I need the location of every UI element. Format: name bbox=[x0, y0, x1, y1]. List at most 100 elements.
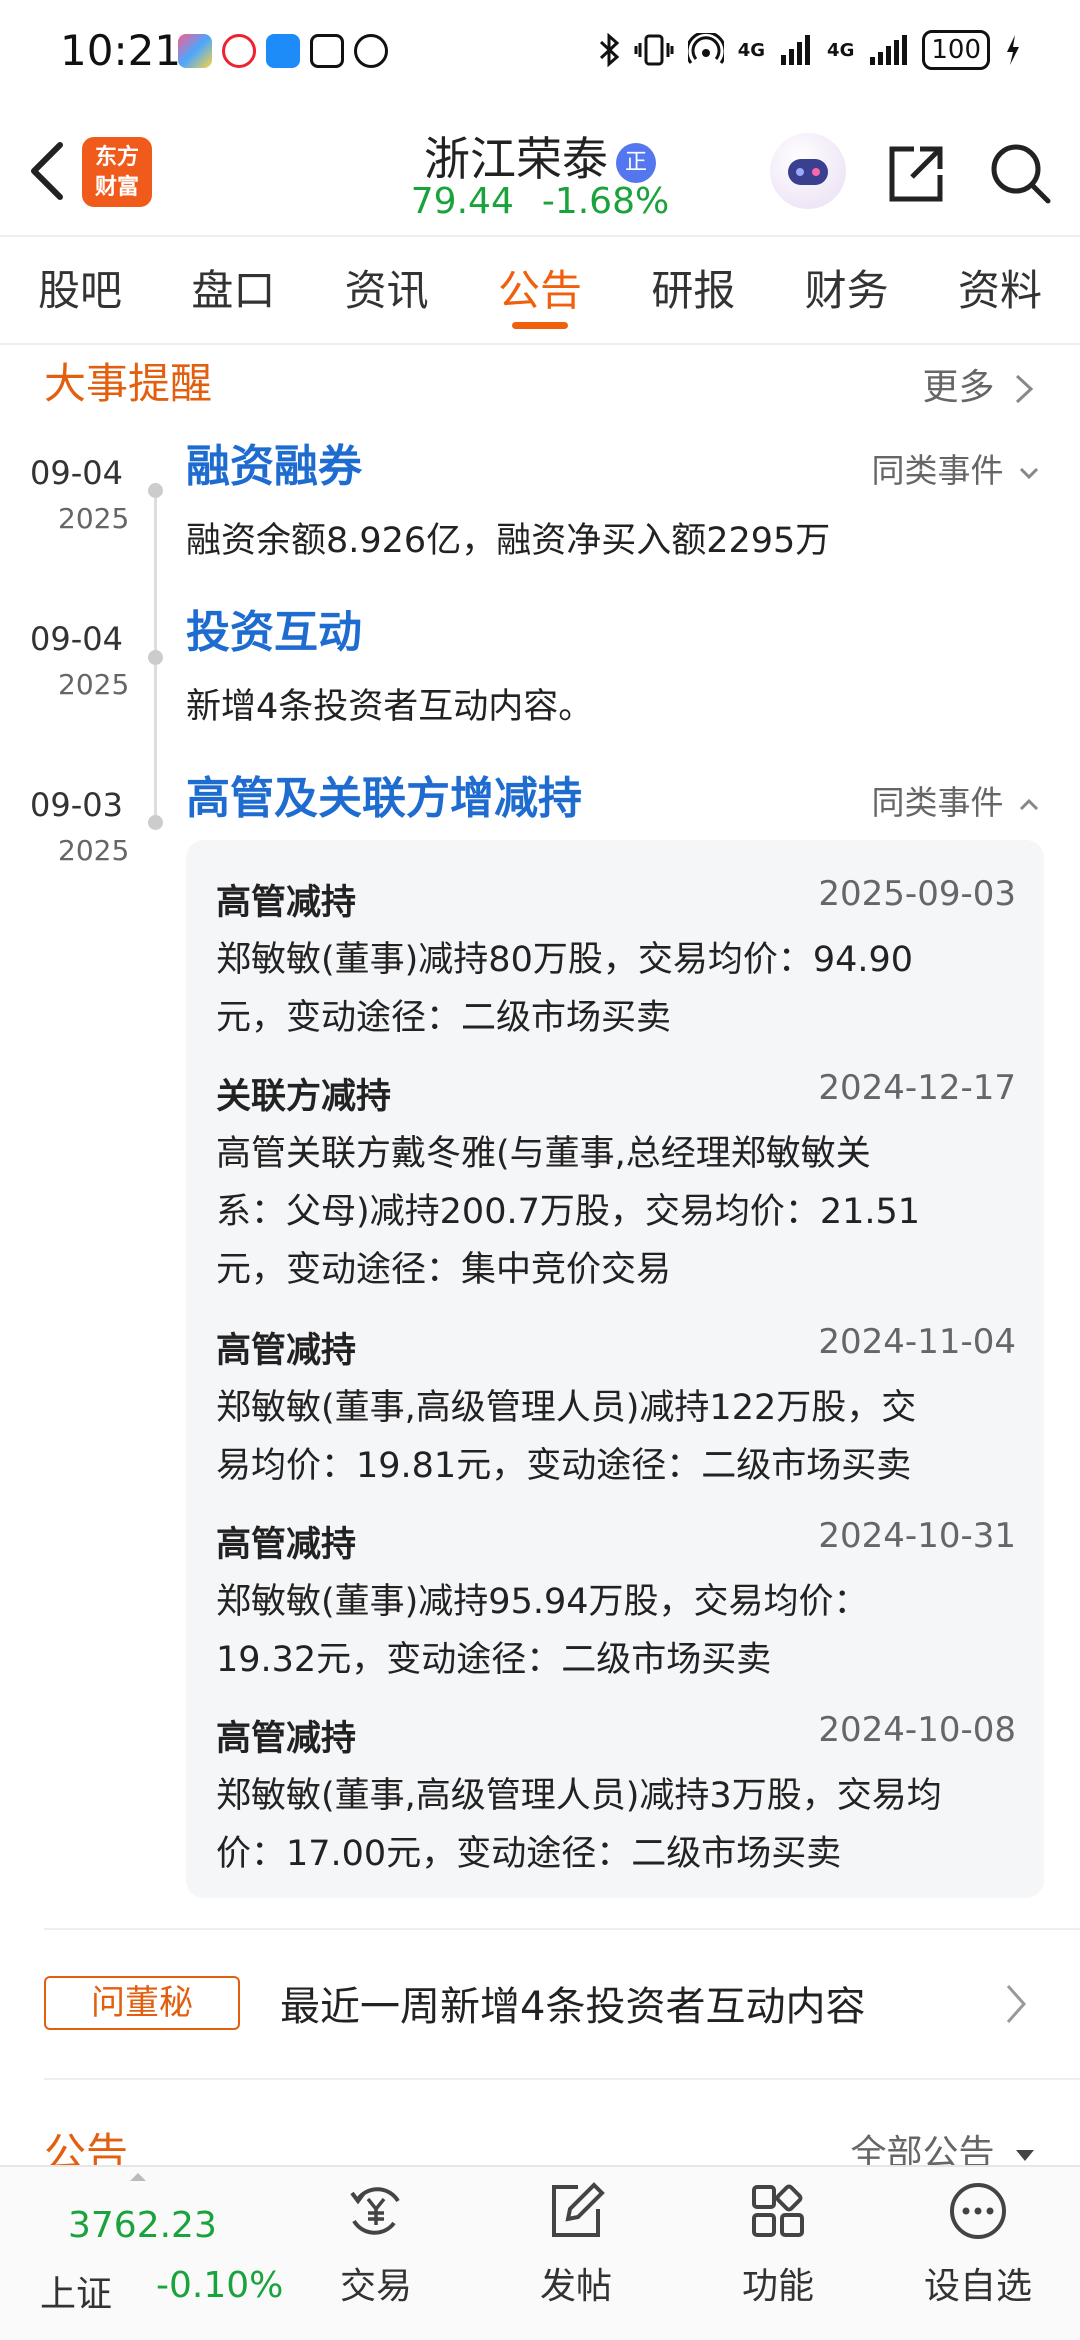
shareholding-detail-card: 高管减持 2025-09-03 郑敏敏(董事)减持80万股，交易均价：94.90… bbox=[186, 840, 1044, 1898]
detail-line: 郑敏敏(董事,高级管理人员)减持3万股，交易均 bbox=[216, 1776, 942, 1816]
chevron-right-icon bbox=[1015, 374, 1034, 404]
detail-line: 郑敏敏(董事)减持95.94万股，交易均价： bbox=[216, 1582, 869, 1622]
nav-add-watchlist[interactable]: 设自选 bbox=[908, 2179, 1048, 2309]
index-change[interactable]: -0.10% bbox=[156, 2265, 283, 2306]
more-circle-icon bbox=[950, 2183, 1006, 2239]
detail-date: 2024-10-08 bbox=[818, 1710, 1016, 1750]
event-title-margin[interactable]: 融资融券 bbox=[186, 430, 362, 494]
secretary-summary[interactable]: 最近一周新增4条投资者互动内容 bbox=[280, 1974, 865, 2032]
detail-item[interactable]: 关联方减持 2024-12-17 高管关联方戴冬雅(与董事,总经理郑敏敏关 系：… bbox=[216, 1068, 1016, 1299]
timeline-dot bbox=[148, 815, 163, 830]
nav-label: 设自选 bbox=[923, 2266, 1032, 2307]
status-indicators: 4G 4G 100 bbox=[598, 30, 1022, 70]
charging-icon bbox=[1007, 35, 1019, 65]
event-title-shareholding[interactable]: 高管及关联方增减持 bbox=[186, 762, 582, 826]
event-title-interaction[interactable]: 投资互动 bbox=[186, 596, 362, 660]
hotspot-icon bbox=[687, 33, 724, 64]
grid-icon bbox=[752, 2184, 804, 2237]
nav-post[interactable]: 发帖 bbox=[506, 2179, 646, 2309]
detail-line: 元，变动途径：二级市场买卖 bbox=[216, 998, 672, 1038]
detail-date: 2024-12-17 bbox=[818, 1068, 1016, 1108]
event-date: 09-04 bbox=[30, 454, 123, 492]
edit-icon bbox=[552, 2182, 605, 2237]
timeline-dot bbox=[148, 483, 163, 498]
chevron-right-icon[interactable] bbox=[996, 1980, 1036, 2028]
network-label-1: 4G bbox=[737, 39, 766, 61]
event-date: 09-03 bbox=[30, 786, 123, 824]
chevron-down-icon bbox=[1019, 467, 1039, 479]
nav-label: 发帖 bbox=[539, 2266, 612, 2307]
stock-header: 东方 财富 浙江荣泰正 79.44 -1.68% bbox=[0, 105, 1080, 237]
detail-line: 价：17.00元，变动途径：二级市场买卖 bbox=[216, 1834, 842, 1874]
detail-text: 郑敏敏(董事)减持80万股，交易均价：94.90 元，变动途径：二级市场买卖 bbox=[216, 931, 1016, 1047]
vibrate-icon bbox=[634, 34, 674, 66]
stock-change: -1.68% bbox=[541, 181, 670, 222]
detail-line: 易均价：19.81元，变动途径：二级市场买卖 bbox=[216, 1446, 912, 1486]
detail-text: 郑敏敏(董事)减持95.94万股，交易均价： 19.32元，变动途径：二级市场买… bbox=[216, 1573, 1016, 1689]
timeline-dot bbox=[148, 650, 163, 665]
events-section-title: 大事提醒 bbox=[44, 359, 213, 408]
similar-events-label: 同类事件 bbox=[871, 451, 1004, 490]
detail-text: 高管关联方戴冬雅(与董事,总经理郑敏敏关 系：父母)减持200.7万股，交易均价… bbox=[216, 1125, 1016, 1299]
ai-assistant-button[interactable] bbox=[770, 133, 846, 209]
notification-icons bbox=[178, 34, 388, 68]
tab-pankou[interactable]: 盘口 bbox=[191, 237, 275, 343]
event-description: 融资余额8.926亿，融资净买入额2295万 bbox=[186, 521, 831, 561]
trade-icon bbox=[350, 2187, 400, 2235]
chevron-up-icon bbox=[1019, 798, 1039, 810]
robot-icon bbox=[788, 159, 828, 185]
signal-icon-2 bbox=[870, 35, 908, 65]
detail-line: 郑敏敏(董事)减持80万股，交易均价：94.90 bbox=[216, 940, 914, 980]
network-label-2: 4G bbox=[827, 39, 855, 61]
search-icon[interactable] bbox=[988, 141, 1052, 205]
detail-item[interactable]: 高管减持 2024-11-04 郑敏敏(董事,高级管理人员)减持122万股，交 … bbox=[216, 1322, 1016, 1495]
tab-profile[interactable]: 资料 bbox=[958, 237, 1042, 343]
signal-icon-1 bbox=[781, 35, 811, 65]
index-value[interactable]: 3762.23 bbox=[68, 2205, 217, 2246]
similar-events-toggle[interactable]: 同类事件 bbox=[872, 444, 1041, 492]
tab-news[interactable]: 资讯 bbox=[345, 237, 429, 343]
event-year: 2025 bbox=[58, 502, 130, 535]
tab-bar: 股吧 盘口 资讯 公告 研报 财务 资料 bbox=[0, 237, 1080, 345]
more-label: 更多 bbox=[922, 367, 995, 408]
caret-down-icon bbox=[1016, 2150, 1034, 2161]
nfc-icon bbox=[310, 34, 344, 68]
nav-label: 功能 bbox=[741, 2266, 814, 2307]
detail-item[interactable]: 高管减持 2025-09-03 郑敏敏(董事)减持80万股，交易均价：94.90… bbox=[216, 874, 1016, 1047]
detail-line: 19.32元，变动途径：二级市场买卖 bbox=[216, 1640, 772, 1680]
battery-indicator: 100 bbox=[922, 30, 990, 70]
detail-item[interactable]: 高管减持 2024-10-31 郑敏敏(董事)减持95.94万股，交易均价： 1… bbox=[216, 1516, 1016, 1689]
detail-date: 2025-09-03 bbox=[818, 874, 1016, 914]
message-icon bbox=[266, 34, 300, 68]
more-link[interactable]: 更多 bbox=[923, 358, 1036, 410]
tab-announcements[interactable]: 公告 bbox=[498, 237, 582, 343]
event-year: 2025 bbox=[58, 834, 130, 867]
alarm-icon bbox=[354, 34, 388, 68]
index-expand-icon[interactable] bbox=[130, 2173, 146, 2181]
tab-research[interactable]: 研报 bbox=[651, 237, 735, 343]
detail-text: 郑敏敏(董事,高级管理人员)减持122万股，交 易均价：19.81元，变动途径：… bbox=[216, 1379, 1016, 1495]
share-icon[interactable] bbox=[884, 141, 948, 205]
index-name[interactable]: 上证 bbox=[40, 2265, 112, 2317]
zheng-badge-icon: 正 bbox=[616, 142, 656, 183]
detail-line: 郑敏敏(董事,高级管理人员)减持122万股，交 bbox=[216, 1388, 917, 1428]
status-bar: 10:21 4G 4G 100 bbox=[0, 0, 1080, 105]
divider bbox=[44, 1928, 1080, 1930]
event-date: 09-04 bbox=[30, 620, 123, 658]
stock-name: 浙江荣泰 bbox=[424, 132, 608, 186]
tab-finance[interactable]: 财务 bbox=[805, 237, 889, 343]
detail-text: 郑敏敏(董事,高级管理人员)减持3万股，交易均 价：17.00元，变动途径：二级… bbox=[216, 1767, 1016, 1883]
similar-events-label: 同类事件 bbox=[871, 783, 1004, 822]
detail-line: 高管关联方戴冬雅(与董事,总经理郑敏敏关 bbox=[216, 1134, 871, 1174]
ask-secretary-tag[interactable]: 问董秘 bbox=[44, 1976, 240, 2030]
detail-line: 系：父母)减持200.7万股，交易均价：21.51 bbox=[216, 1192, 921, 1232]
detail-date: 2024-10-31 bbox=[818, 1516, 1016, 1556]
nav-trade[interactable]: 交易 bbox=[306, 2179, 446, 2309]
detail-line: 元，变动途径：集中竞价交易 bbox=[216, 1250, 672, 1290]
divider bbox=[44, 2078, 1080, 2080]
similar-events-toggle[interactable]: 同类事件 bbox=[872, 776, 1041, 824]
nav-functions[interactable]: 功能 bbox=[708, 2179, 848, 2309]
tab-guba[interactable]: 股吧 bbox=[38, 237, 122, 343]
bluetooth-icon bbox=[599, 33, 619, 67]
detail-item[interactable]: 高管减持 2024-10-08 郑敏敏(董事,高级管理人员)减持3万股，交易均 … bbox=[216, 1710, 1016, 1883]
